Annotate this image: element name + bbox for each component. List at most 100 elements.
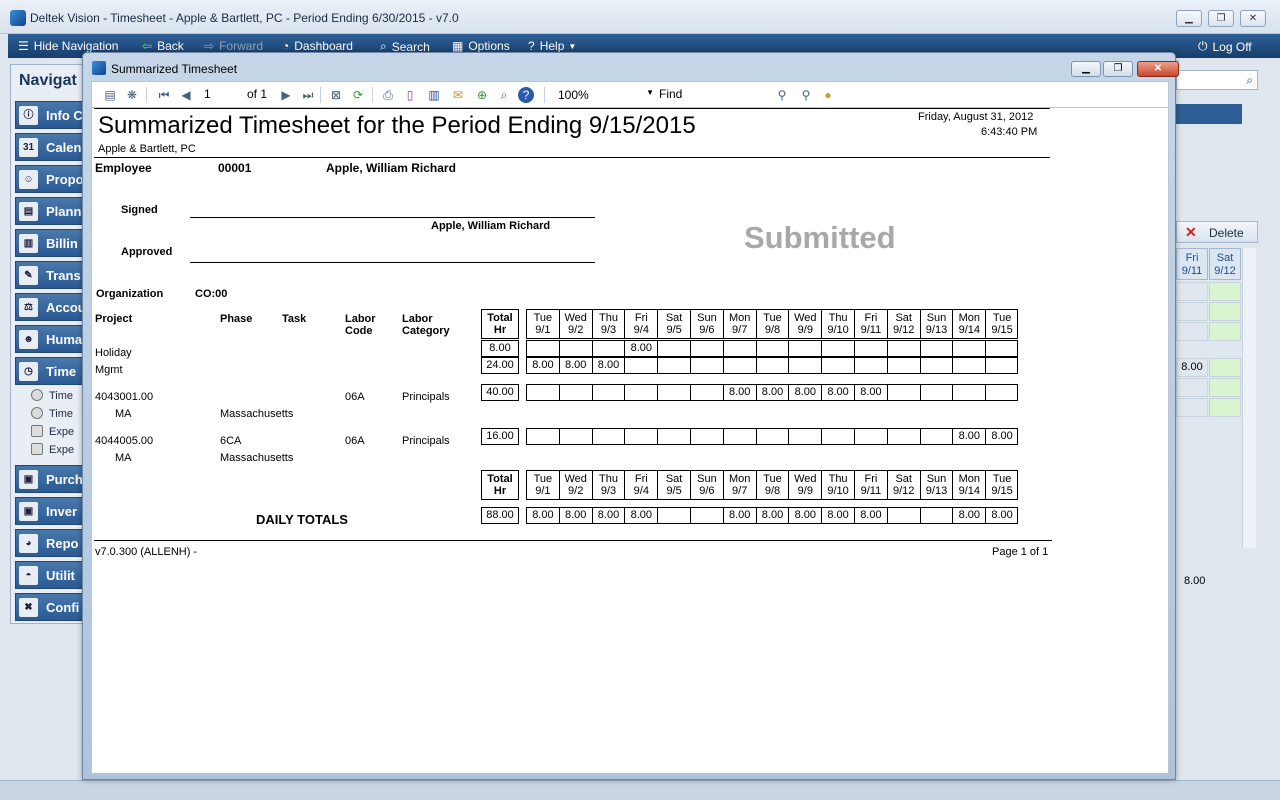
nav-item-inventory[interactable]: ▣ Inver — [15, 497, 87, 525]
print-layout-icon[interactable]: ▯ — [402, 87, 418, 103]
export-icon[interactable]: ⊕ — [474, 87, 490, 103]
hour-cell — [526, 429, 559, 444]
find-input[interactable]: Find — [659, 87, 682, 101]
grid-cell[interactable] — [1209, 322, 1241, 341]
hour-cell — [657, 385, 690, 400]
hour-cell — [755, 358, 789, 373]
timesheet-row-hours: 8.00 8.00 8.00 8.00 8.00 — [526, 384, 1018, 401]
nav-item-billing[interactable]: ▥ Billin — [15, 229, 87, 257]
hour-cell — [657, 358, 690, 373]
nav-item-configuration[interactable]: ✖ Confi — [15, 593, 87, 621]
dialog-minimize-button[interactable]: ▁ — [1071, 61, 1101, 77]
grid-cell[interactable] — [1209, 378, 1241, 397]
nav-item-purchasing[interactable]: ▣ Purch — [15, 465, 87, 493]
previous-page-icon[interactable]: ◀ — [178, 87, 194, 103]
day-header-cell: Wed 9/2 — [558, 471, 592, 499]
hour-cell — [591, 341, 625, 356]
find-binoculars-icon[interactable]: ⚲ — [774, 87, 790, 103]
nav-item-planning[interactable]: ▤ Plann — [15, 197, 87, 225]
first-page-icon[interactable]: ⏮ — [156, 87, 172, 103]
nav-item-time[interactable]: ◷ Time — [15, 357, 87, 385]
log-off-button[interactable]: ⏻ Log Off — [1198, 39, 1252, 54]
grid-cell[interactable] — [1176, 322, 1208, 341]
nav-sub-time-2[interactable]: Time — [31, 407, 73, 420]
grid-cell[interactable] — [1176, 398, 1208, 417]
purchasing-icon: ▣ — [19, 470, 38, 489]
nav-item-utilities[interactable]: ◓ Utilit — [15, 561, 87, 589]
delete-button[interactable]: ✕ Delete — [1176, 221, 1258, 243]
nav-item-human-resources[interactable]: ☻ Huma — [15, 325, 87, 353]
grid-cell[interactable] — [1176, 378, 1208, 397]
nav-item-proposals[interactable]: ☺ Propo — [15, 165, 87, 193]
grid-scrollbar[interactable] — [1242, 248, 1256, 548]
hour-cell: 8.00 — [788, 508, 821, 523]
dashboard-button[interactable]: ◔ Dashboard — [282, 39, 353, 53]
back-button[interactable]: ⇦ Back — [142, 39, 184, 53]
zoom-select[interactable]: 100% ▼ — [556, 85, 656, 104]
email-icon[interactable]: ✉ — [450, 87, 466, 103]
nav-item-calendar[interactable]: 31 Calen — [15, 133, 87, 161]
close-button[interactable]: ✕ — [1240, 10, 1266, 27]
row-phase: Massachusetts — [220, 408, 294, 420]
page-number-input[interactable]: 1 — [204, 87, 211, 101]
day-header-cell: Fri 9/4 — [624, 471, 657, 499]
info-center-icon: ⓘ — [19, 106, 38, 125]
nav-item-info-center[interactable]: ⓘ Info C — [15, 101, 87, 129]
dialog-maximize-button[interactable]: ❐ — [1103, 61, 1133, 77]
document-map-icon[interactable]: ▤ — [102, 87, 118, 103]
reporting-icon: ◕ — [19, 534, 38, 553]
hour-cell: 8.00 — [854, 508, 887, 523]
company-name: Apple & Bartlett, PC — [98, 143, 196, 155]
hour-cell — [886, 429, 920, 444]
nav-item-reporting[interactable]: ◕ Repo — [15, 529, 87, 557]
print-icon[interactable]: ⎙ — [380, 87, 396, 103]
grid-cell[interactable] — [1209, 282, 1241, 301]
nav-sub-time-1[interactable]: Time — [31, 389, 73, 402]
find-next-icon[interactable]: ⚲ — [798, 87, 814, 103]
background-search-input[interactable]: ⌕ — [1176, 70, 1258, 90]
help-button[interactable]: ? Help ▼ — [528, 39, 576, 53]
employee-label: Employee — [95, 161, 152, 175]
maximize-button[interactable]: ❐ — [1208, 10, 1234, 27]
grid-cell[interactable] — [1209, 302, 1241, 321]
stop-icon[interactable]: ⊠ — [328, 87, 344, 103]
grid-cell[interactable]: 8.00 — [1176, 358, 1208, 377]
last-page-icon[interactable]: ⏭ — [300, 87, 316, 103]
page-setup-icon[interactable]: ▥ — [426, 87, 442, 103]
hour-cell — [722, 341, 756, 356]
dialog-close-button[interactable]: ✕ — [1137, 61, 1179, 77]
day-header-cell: Tue 9/1 — [526, 310, 559, 338]
row-project: 4043001.00 — [95, 391, 154, 403]
hour-cell — [591, 385, 625, 400]
nav-item-accounting[interactable]: ⚖ Accou — [15, 293, 87, 321]
highlight-icon[interactable]: ● — [820, 87, 836, 103]
parameters-icon[interactable]: ❋ — [124, 87, 140, 103]
expense-icon — [31, 443, 43, 455]
hour-cell — [985, 385, 1018, 400]
hour-cell — [854, 429, 887, 444]
hour-cell — [919, 341, 953, 356]
hour-cell — [657, 429, 690, 444]
zoom-icon[interactable]: ⌕ — [496, 87, 512, 103]
minimize-button[interactable]: ▁ — [1176, 10, 1202, 27]
help-icon[interactable]: ? — [518, 87, 534, 103]
hour-cell — [624, 429, 657, 444]
grid-cell[interactable] — [1209, 358, 1241, 377]
col-project: Project — [95, 313, 133, 325]
hour-cell — [690, 385, 723, 400]
hide-navigation-button[interactable]: ☰ Hide Navigation — [18, 39, 118, 53]
nav-item-transactions[interactable]: ✎ Trans — [15, 261, 87, 289]
refresh-icon[interactable]: ⟳ — [350, 87, 366, 103]
hour-cell — [952, 341, 985, 356]
next-page-icon[interactable]: ▶ — [278, 87, 294, 103]
options-button[interactable]: ▦ Options — [452, 39, 510, 53]
day-header-cell: Wed 9/2 — [558, 310, 592, 338]
grid-cell[interactable] — [1176, 302, 1208, 321]
grid-cell[interactable] — [1176, 282, 1208, 301]
grid-cell[interactable] — [1209, 398, 1241, 417]
nav-sub-expense-1[interactable]: Expe — [31, 425, 74, 438]
daily-totals-row-total: 88.00 — [481, 507, 519, 524]
nav-sub-expense-2[interactable]: Expe — [31, 443, 74, 456]
grid-header-sat: Sat 9/12 — [1209, 248, 1241, 280]
forward-button[interactable]: ⇨ Forward — [204, 39, 263, 53]
